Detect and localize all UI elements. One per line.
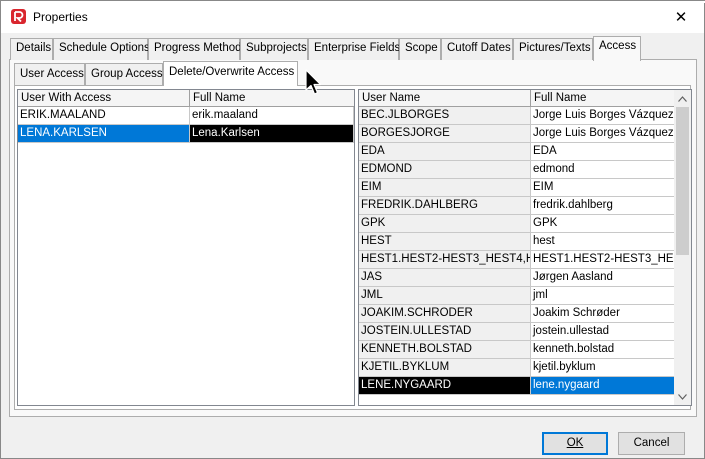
cell-full-name: hest	[531, 233, 676, 251]
tab-scope[interactable]: Scope	[399, 38, 441, 60]
cell-full-name: EDA	[531, 143, 676, 161]
close-button[interactable]: ✕	[658, 1, 704, 33]
column-header-full-name[interactable]: Full Name	[190, 90, 354, 107]
subtab-label: User Access	[20, 68, 84, 80]
column-header-user-name[interactable]: User Name	[359, 90, 531, 107]
cell-full-name: erik.maaland	[190, 107, 354, 125]
subtab-delete-overwrite-access[interactable]: Delete/Overwrite Access	[163, 61, 298, 86]
column-header-full-name[interactable]: Full Name	[531, 90, 676, 107]
cell-user-name: JOAKIM.SCHRODER	[359, 305, 531, 323]
tab-pictures-texts[interactable]: Pictures/Texts	[513, 38, 593, 60]
cell-full-name: lene.nygaard	[531, 377, 676, 395]
cell-full-name: Jorge Luis Borges Vázquez [Sa	[531, 125, 676, 143]
cell-user: ERIK.MAALAND	[18, 107, 190, 125]
ok-label: OK	[566, 437, 584, 449]
tab-progress-method[interactable]: Progress Method	[148, 38, 242, 60]
tab-label: Pictures/Texts	[519, 42, 591, 54]
tab-schedule-options[interactable]: Schedule Options	[53, 38, 150, 60]
cell-user-name: FREDRIK.DAHLBERG	[359, 197, 531, 215]
cancel-button[interactable]: Cancel	[618, 432, 685, 455]
subtab-user-access[interactable]: User Access	[14, 63, 85, 85]
cell-user-name: BEC.JLBORGES	[359, 107, 531, 125]
window-title: Properties	[33, 10, 88, 24]
cell-user-name: EDA	[359, 143, 531, 161]
close-icon: ✕	[674, 9, 688, 26]
users-with-access-grid[interactable]: User With Access Full Name ERIK.MAALAND …	[17, 89, 355, 406]
tab-subprojects[interactable]: Subprojects	[240, 38, 308, 60]
cell-user-name: HEST1.HEST2-HEST3_HEST4,HE	[359, 251, 531, 269]
tab-label: Cutoff Dates	[447, 42, 511, 54]
cell-user-name: JML	[359, 287, 531, 305]
cell-user-name: EIM	[359, 179, 531, 197]
cell-user-name: BORGESJORGE	[359, 125, 531, 143]
cell-user-name: KJETIL.BYKLUM	[359, 359, 531, 377]
tab-label: Details	[16, 42, 52, 54]
tab-details[interactable]: Details	[10, 38, 53, 60]
cell-full-name: edmond	[531, 161, 676, 179]
vertical-scrollbar[interactable]	[674, 90, 691, 405]
properties-dialog: Properties ✕ Details Schedule Options Pr…	[0, 0, 705, 459]
cancel-label: Cancel	[633, 437, 670, 449]
cell-full-name: EIM	[531, 179, 676, 197]
scroll-up-arrow-icon[interactable]	[674, 90, 691, 107]
cell-user-name: KENNETH.BOLSTAD	[359, 341, 531, 359]
cell-full-name: kenneth.bolstad	[531, 341, 676, 359]
tab-enterprise-fields[interactable]: Enterprise Fields	[308, 38, 401, 60]
tab-label: Schedule Options	[59, 42, 150, 54]
title-bar[interactable]: Properties ✕	[1, 1, 704, 33]
tab-label: Enterprise Fields	[314, 42, 401, 54]
cell-full-name: Joakim Schrøder	[531, 305, 676, 323]
cell-full-name: HEST1.HEST2-HEST3_HEST4	[531, 251, 676, 269]
scroll-down-arrow-icon[interactable]	[674, 388, 691, 405]
tab-label: Access	[599, 40, 637, 52]
app-logo-icon	[11, 9, 26, 24]
cell-user-name: LENE.NYGAARD	[359, 377, 531, 395]
tab-cutoff-dates[interactable]: Cutoff Dates	[441, 38, 513, 60]
scroll-thumb[interactable]	[676, 107, 689, 255]
tab-label: Scope	[405, 42, 438, 54]
subtab-label: Group Access	[91, 68, 163, 80]
subtab-label: Delete/Overwrite Access	[169, 66, 295, 78]
cell-user-name: GPK	[359, 215, 531, 233]
column-header-user-with-access[interactable]: User With Access	[18, 90, 190, 107]
cell-full-name: jml	[531, 287, 676, 305]
cell-full-name: Jørgen Aasland	[531, 269, 676, 287]
tab-label: Subprojects	[246, 42, 307, 54]
cell-user-name: EDMOND	[359, 161, 531, 179]
cell-full-name: kjetil.byklum	[531, 359, 676, 377]
cell-full-name: fredrik.dahlberg	[531, 197, 676, 215]
ok-button[interactable]: OK	[542, 432, 608, 455]
all-users-grid[interactable]: User Name Full Name BEC.JLBORGES Jorge Lu…	[358, 89, 692, 406]
cell-full-name: Jorge Luis Borges Vázquez	[531, 107, 676, 125]
cell-user-name: JAS	[359, 269, 531, 287]
mouse-cursor-icon	[305, 69, 323, 100]
cell-user-name: JOSTEIN.ULLESTAD	[359, 323, 531, 341]
grid-header: User With Access Full Name	[18, 90, 354, 107]
cell-full-name: jostein.ullestad	[531, 323, 676, 341]
subtab-group-access[interactable]: Group Access	[85, 63, 163, 85]
cell-full-name: Lena.Karlsen	[190, 125, 354, 143]
tab-label: Progress Method	[154, 42, 242, 54]
cell-user-name: HEST	[359, 233, 531, 251]
cell-user: LENA.KARLSEN	[18, 125, 190, 143]
cell-full-name: GPK	[531, 215, 676, 233]
tab-access[interactable]: Access	[593, 36, 641, 61]
grid-header: User Name Full Name	[359, 90, 676, 107]
